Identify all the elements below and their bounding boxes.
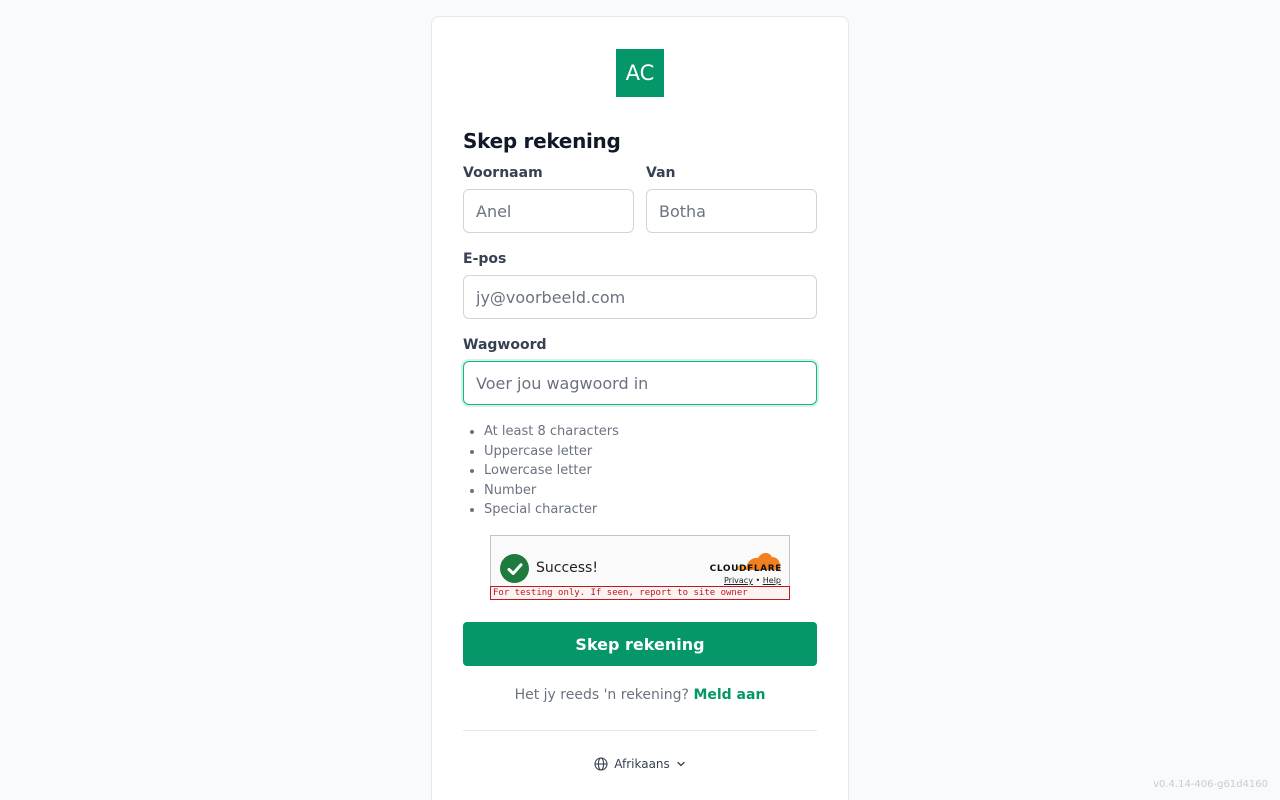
last-name-input[interactable] — [646, 189, 817, 233]
requirement-item: Special character — [484, 500, 619, 520]
requirement-item: Lowercase letter — [484, 461, 619, 481]
password-label: Wagwoord — [463, 337, 547, 353]
first-name-label: Voornaam — [463, 165, 543, 181]
captcha-status: Success! — [536, 560, 598, 576]
link-separator: • — [755, 576, 761, 585]
first-name-input[interactable] — [463, 189, 634, 233]
requirement-item: Uppercase letter — [484, 442, 619, 462]
language-label: Afrikaans — [614, 757, 670, 771]
create-account-button[interactable]: Skep rekening — [463, 622, 817, 666]
privacy-link[interactable]: Privacy — [724, 576, 753, 585]
signup-card: AC Skep rekening Voornaam Van E-pos Wagw… — [431, 16, 849, 800]
check-icon — [500, 554, 529, 583]
email-label: E-pos — [463, 251, 507, 267]
captcha-links: Privacy • Help — [724, 576, 781, 585]
requirement-item: At least 8 characters — [484, 422, 619, 442]
captcha-test-warning: For testing only. If seen, report to sit… — [490, 586, 790, 600]
brand-logo: AC — [616, 49, 664, 97]
password-input[interactable] — [463, 361, 817, 405]
chevron-down-icon — [677, 761, 685, 767]
signin-text: Het jy reeds 'n rekening? — [514, 687, 689, 703]
turnstile-widget[interactable]: Success! CLOUDFLARE Privacy • Help For t… — [490, 535, 790, 600]
globe-icon — [594, 757, 608, 771]
cloudflare-wordmark: CLOUDFLARE — [709, 564, 782, 574]
language-selector: Afrikaans — [432, 757, 848, 771]
signin-prompt: Het jy reeds 'n rekening? Meld aan — [432, 687, 848, 703]
page-title: Skep rekening — [463, 129, 621, 153]
requirement-item: Number — [484, 481, 619, 501]
help-link[interactable]: Help — [763, 576, 781, 585]
language-dropdown[interactable]: Afrikaans — [594, 757, 686, 771]
signin-link[interactable]: Meld aan — [693, 687, 765, 703]
version-label: v0.4.14-406-g61d4160 — [1153, 779, 1268, 790]
password-requirements: At least 8 characters Uppercase letter L… — [484, 422, 619, 520]
last-name-label: Van — [646, 165, 676, 181]
divider — [463, 730, 817, 731]
email-input[interactable] — [463, 275, 817, 319]
